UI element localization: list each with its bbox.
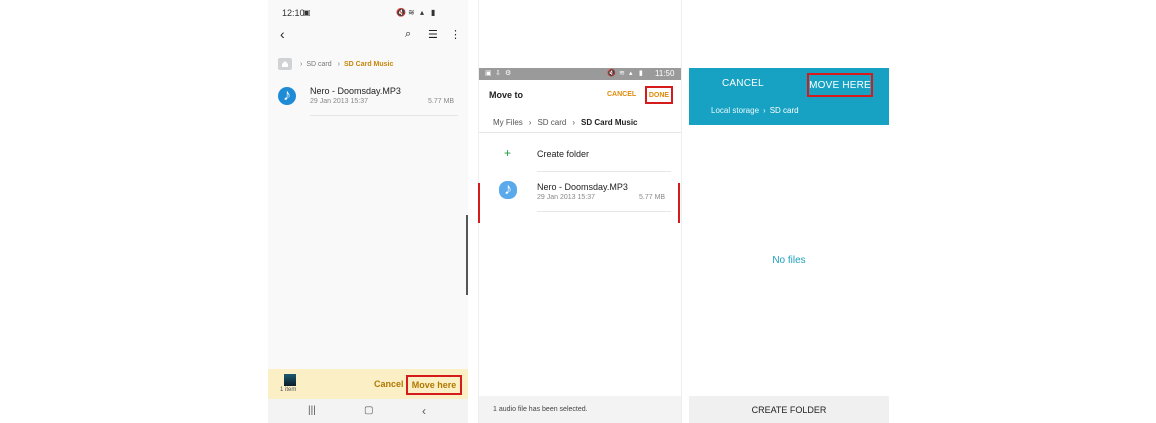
scroll-indicator-right	[678, 183, 680, 223]
breadcrumb-sd-card[interactable]: SD card	[537, 118, 566, 127]
wifi-icon: ≋	[408, 8, 415, 17]
breadcrumb-sd-card[interactable]: SD card	[306, 61, 331, 68]
file-date: 29 Jan 2013 15:37	[310, 98, 368, 105]
list-view-icon[interactable]: ☰	[428, 28, 438, 41]
breadcrumb-local-storage[interactable]: Local storage	[711, 106, 759, 115]
scroll-indicator-left	[478, 183, 480, 223]
move-action-bar: 1 item Cancel Move here	[268, 369, 468, 399]
breadcrumb-sd-card-music[interactable]: SD Card Music	[344, 61, 393, 68]
battery-icon: ▮	[639, 70, 643, 77]
chevron-right-icon: ›	[572, 117, 576, 127]
move-here-button[interactable]: Move here	[406, 375, 462, 395]
file-row[interactable]: ♪ Nero - Doomsday.MP3 29 Jan 2013 15:37 …	[479, 180, 681, 212]
mute-icon: 🔇	[396, 8, 406, 17]
breadcrumb-sd-card-music[interactable]: SD Card Music	[581, 118, 637, 127]
breadcrumb: My Files › SD card › SD Card Music	[493, 116, 638, 128]
back-arrow-icon[interactable]: ‹	[280, 26, 285, 42]
home-icon[interactable]: ▢	[364, 405, 373, 416]
breadcrumb-my-files[interactable]: My Files	[493, 118, 523, 127]
file-date: 29 Jan 2013 15:37	[537, 194, 595, 201]
search-icon[interactable]: ⌕	[405, 28, 411, 41]
status-bar: 12:10 ▣ 🔇 ≋ ▴ ▮	[268, 0, 468, 26]
divider	[537, 211, 671, 212]
create-folder-button[interactable]: CREATE FOLDER	[689, 396, 889, 423]
thumbnail	[284, 374, 296, 386]
mute-icon: 🔇	[607, 70, 616, 77]
file-row[interactable]: ♪ Nero - Doomsday.MP3 29 Jan 2013 15:37 …	[278, 86, 458, 116]
panel-3-select-destination: CANCEL MOVE HERE Local storage › SD card…	[689, 0, 889, 423]
settings-icon: ⚙	[505, 70, 512, 77]
navigation-bar: ||| ▢ ‹	[268, 399, 468, 423]
more-vert-icon[interactable]: ⋮	[450, 28, 461, 41]
scrollbar[interactable]	[466, 215, 468, 295]
battery-icon: ▮	[431, 8, 436, 17]
selection-status: 1 audio file has been selected.	[493, 406, 588, 413]
cancel-button[interactable]: CANCEL	[722, 78, 764, 89]
chevron-right-icon: ›	[337, 60, 340, 68]
divider	[479, 132, 681, 133]
done-button[interactable]: DONE	[645, 86, 673, 104]
folder-home-icon[interactable]	[278, 58, 292, 70]
cancel-button[interactable]: Cancel	[374, 379, 404, 389]
signal-icon: ▴	[629, 70, 633, 77]
gallery-icon: ▣	[485, 70, 492, 77]
breadcrumb: Local storage › SD card	[711, 106, 799, 115]
top-toolbar: ‹ ⌕ ☰ ⋮	[268, 26, 468, 50]
dialog-title: Move to	[489, 90, 524, 100]
empty-state: No files	[772, 255, 806, 266]
download-icon: ⇩	[495, 70, 501, 77]
signal-icon: ▴	[420, 8, 425, 17]
file-name: Nero - Doomsday.MP3	[310, 86, 401, 96]
create-folder-label: Create folder	[537, 149, 590, 159]
plus-icon: +	[504, 146, 512, 160]
items-count: 1 item	[280, 387, 297, 393]
music-note-icon: ♪	[278, 87, 296, 105]
divider	[310, 115, 458, 116]
chevron-right-icon: ›	[300, 60, 303, 68]
status-time: 11:50	[655, 69, 675, 78]
breadcrumb: › SD card › SD Card Music	[278, 56, 393, 72]
file-name: Nero - Doomsday.MP3	[537, 182, 628, 192]
recents-icon[interactable]: |||	[308, 405, 316, 416]
panel-1-file-browser: 12:10 ▣ 🔇 ≋ ▴ ▮ ‹ ⌕ ☰ ⋮ › SD card › SD C…	[268, 0, 468, 423]
panel-2-move-to: ▣ ⇩ ⚙ 🔇 ≋ ▴ ▮ 11:50 Move to CANCEL DONE …	[478, 0, 682, 423]
create-folder-row[interactable]: + Create folder	[479, 140, 681, 172]
back-nav-icon[interactable]: ‹	[422, 404, 426, 418]
move-here-button[interactable]: MOVE HERE	[807, 73, 873, 97]
chevron-right-icon: ›	[528, 117, 532, 127]
divider	[537, 171, 671, 172]
cancel-button[interactable]: CANCEL	[607, 91, 636, 98]
file-size: 5.77 MB	[639, 194, 666, 201]
wifi-icon: ≋	[619, 70, 625, 77]
chevron-right-icon: ›	[763, 106, 766, 115]
selection-footer: 1 audio file has been selected.	[479, 396, 681, 423]
header: CANCEL MOVE HERE Local storage › SD card	[689, 68, 889, 125]
status-time: 12:10	[282, 8, 305, 18]
image-icon: ▣	[303, 8, 311, 17]
music-note-icon: ♪	[499, 181, 517, 199]
breadcrumb-sd-card[interactable]: SD card	[770, 106, 799, 115]
file-size: 5.77 MB	[428, 98, 455, 105]
status-bar: ▣ ⇩ ⚙ 🔇 ≋ ▴ ▮ 11:50	[479, 68, 681, 80]
